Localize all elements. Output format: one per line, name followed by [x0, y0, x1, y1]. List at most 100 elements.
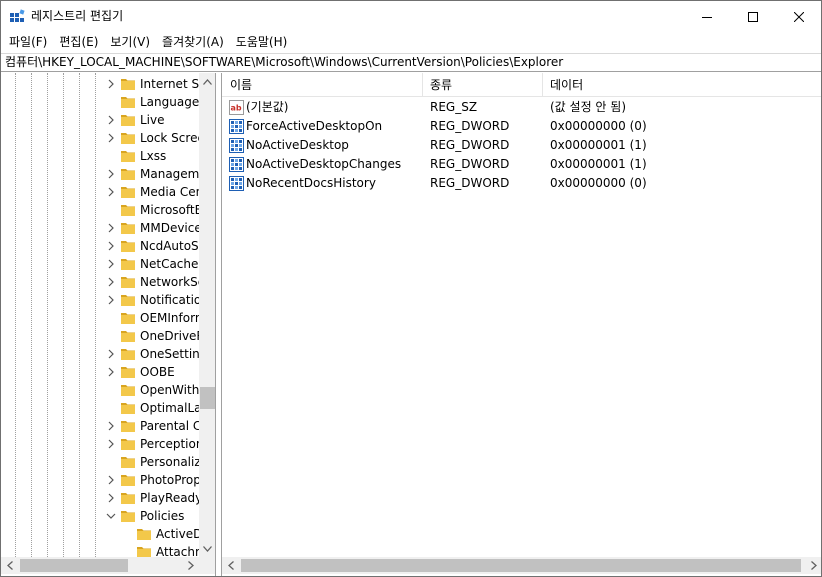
chevron-right-icon — [187, 561, 194, 570]
tree-item[interactable]: Manageme — [1, 165, 199, 183]
tree-horizontal-scroll-thumb[interactable] — [20, 559, 128, 572]
tree-item[interactable]: Notification — [1, 291, 199, 309]
chevron-right-icon[interactable] — [106, 475, 116, 485]
binary-value-icon — [229, 176, 244, 191]
chevron-right-icon[interactable] — [106, 439, 116, 449]
column-header-data[interactable]: 데이터 — [542, 73, 583, 97]
chevron-right-icon[interactable] — [106, 277, 116, 287]
chevron-right-icon[interactable] — [106, 169, 116, 179]
binary-value-icon — [229, 138, 244, 153]
folder-icon — [121, 241, 135, 252]
tree-item[interactable]: Lock Scree — [1, 129, 199, 147]
tree-item[interactable]: OptimalLay — [1, 399, 199, 417]
column-header-name[interactable]: 이름 — [222, 73, 252, 97]
tree-item[interactable]: LanguageC — [1, 93, 199, 111]
value-type: REG_SZ — [430, 100, 478, 114]
close-button[interactable] — [776, 1, 821, 32]
chevron-right-icon[interactable] — [106, 187, 116, 197]
scroll-right-button[interactable] — [182, 557, 199, 574]
window-title: 레지스트리 편집기 — [31, 9, 124, 23]
tree-item[interactable]: Attachm — [1, 543, 199, 557]
tree-item[interactable]: PlayReady — [1, 489, 199, 507]
folder-icon — [121, 223, 135, 234]
registry-value-row[interactable]: NoRecentDocsHistory REG_DWORD 0x00000000 (… — [222, 174, 821, 193]
menu-favorites[interactable]: 즐겨찾기(A) — [156, 32, 230, 52]
chevron-right-icon[interactable] — [106, 367, 116, 377]
scroll-left-button[interactable] — [1, 557, 18, 574]
chevron-right-icon[interactable] — [106, 241, 116, 251]
tree-item[interactable]: OneSetting — [1, 345, 199, 363]
tree-item[interactable]: MMDevices — [1, 219, 199, 237]
tree-item[interactable]: OpenWith — [1, 381, 199, 399]
scroll-right-button[interactable] — [805, 557, 821, 574]
tree-item[interactable]: Lxss — [1, 147, 199, 165]
maximize-icon — [748, 11, 758, 22]
chevron-right-icon[interactable] — [106, 223, 116, 233]
tree-item[interactable]: Personaliza — [1, 453, 199, 471]
registry-value-row[interactable]: ab (기본값) REG_SZ (값 설정 안 됨) — [222, 98, 821, 117]
tree-item[interactable]: ActiveDe — [1, 525, 199, 543]
tree-item-label: Notification — [140, 293, 199, 307]
folder-icon — [121, 493, 135, 504]
tree-horizontal-scrollbar[interactable] — [1, 557, 199, 574]
maximize-button[interactable] — [730, 1, 776, 32]
tree-item-label: LanguageC — [140, 95, 199, 109]
tree-item[interactable]: NetworkSer — [1, 273, 199, 291]
tree-item[interactable]: OOBE — [1, 363, 199, 381]
registry-editor-window: 레지스트리 편집기 파일(F) 편집(E) 보기(V) 즐겨찾기(A) 도움말(… — [0, 0, 822, 577]
scroll-down-button[interactable] — [199, 540, 215, 557]
tree-item[interactable]: OneDriveRa — [1, 327, 199, 345]
chevron-right-icon[interactable] — [106, 115, 116, 125]
tree-item-label: OpenWith — [140, 383, 199, 397]
address-bar[interactable]: 컴퓨터\HKEY_LOCAL_MACHINE\SOFTWARE\Microsof… — [1, 53, 821, 72]
tree-item[interactable]: Media Cent — [1, 183, 199, 201]
chevron-right-icon[interactable] — [106, 133, 116, 143]
tree-item[interactable]: Live — [1, 111, 199, 129]
tree-vertical-scrollbar[interactable] — [199, 73, 215, 557]
folder-icon — [121, 439, 135, 450]
value-name: ForceActiveDesktopOn — [246, 119, 383, 133]
registry-value-row[interactable]: ForceActiveDesktopOn REG_DWORD 0x00000000 … — [222, 117, 821, 136]
tree-item-label: Manageme — [140, 167, 199, 181]
registry-value-row[interactable]: NoActiveDesktopChanges REG_DWORD 0x0000000… — [222, 155, 821, 174]
menu-help[interactable]: 도움말(H) — [230, 32, 294, 52]
registry-value-row[interactable]: NoActiveDesktop REG_DWORD 0x00000001 (1) — [222, 136, 821, 155]
scroll-left-button[interactable] — [222, 557, 239, 574]
menu-file[interactable]: 파일(F) — [3, 32, 53, 52]
tree-vertical-scroll-thumb[interactable] — [200, 387, 215, 409]
tree-item[interactable]: Parental Co — [1, 417, 199, 435]
chevron-right-icon[interactable] — [106, 259, 116, 269]
folder-icon — [121, 511, 135, 522]
column-header-type[interactable]: 종류 — [422, 73, 452, 97]
menu-view[interactable]: 보기(V) — [104, 32, 156, 52]
tree-item-label: Lock Scree — [140, 131, 199, 145]
tree-item-label: Parental Co — [140, 419, 199, 433]
chevron-right-icon[interactable] — [106, 79, 116, 89]
tree-item[interactable]: OEMInform — [1, 309, 199, 327]
chevron-right-icon[interactable] — [106, 295, 116, 305]
value-data: 0x00000000 (0) — [550, 176, 647, 190]
tree-item[interactable]: Policies — [1, 507, 199, 525]
value-data: (값 설정 안 됨) — [550, 100, 627, 114]
value-type: REG_DWORD — [430, 157, 510, 171]
minimize-button[interactable] — [684, 1, 730, 32]
chevron-down-icon[interactable] — [106, 511, 116, 521]
title-bar[interactable]: 레지스트리 편집기 — [1, 1, 821, 32]
chevron-right-icon[interactable] — [106, 493, 116, 503]
menu-edit[interactable]: 편집(E) — [53, 32, 104, 52]
tree-item[interactable]: NcdAutoSe — [1, 237, 199, 255]
scroll-up-button[interactable] — [199, 73, 215, 90]
menu-bar: 파일(F) 편집(E) 보기(V) 즐겨찾기(A) 도움말(H) — [1, 32, 821, 52]
tree-item[interactable]: Internet Se — [1, 75, 199, 93]
chevron-right-icon[interactable] — [106, 421, 116, 431]
tree-item-label: Perception — [140, 437, 199, 451]
list-horizontal-scroll-thumb[interactable] — [241, 559, 801, 572]
tree-item[interactable]: Perception — [1, 435, 199, 453]
tree-item-label: NcdAutoSe — [140, 239, 199, 253]
list-horizontal-scrollbar[interactable] — [222, 557, 821, 574]
tree-item[interactable]: PhotoPrope — [1, 471, 199, 489]
tree-item[interactable]: MicrosoftEc — [1, 201, 199, 219]
value-data: 0x00000000 (0) — [550, 119, 647, 133]
chevron-right-icon[interactable] — [106, 349, 116, 359]
tree-item[interactable]: NetCache — [1, 255, 199, 273]
